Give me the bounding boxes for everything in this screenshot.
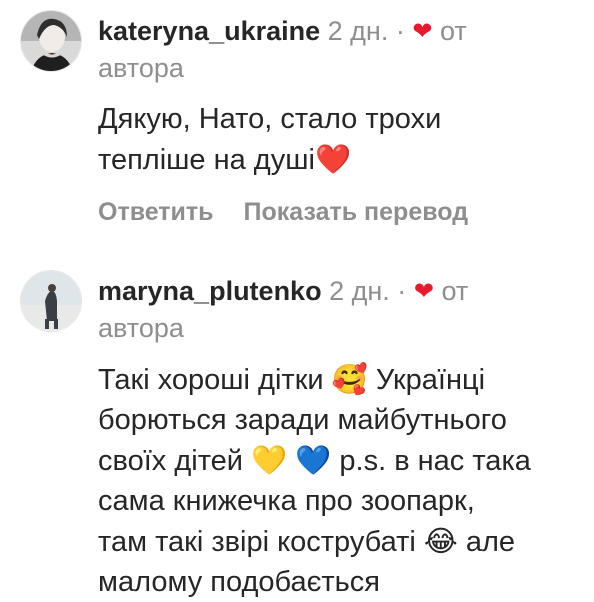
comment-meta: maryna_plutenko 2 дн. · ❤ от (98, 272, 586, 311)
comment-text-line: своїх дітей (98, 445, 243, 477)
avatar[interactable] (20, 10, 82, 72)
comment-text-line: p.s. в нас така (339, 445, 531, 477)
comment-text: Дякую, Нато, стало трохи тепліше на душі… (98, 99, 586, 180)
separator-dot: · (395, 16, 405, 46)
comment-text-line: Дякую, Нато, стало трохи (98, 103, 442, 135)
liked-by-author-label: автора (98, 313, 184, 343)
yellow-heart-emoji: 💛 (251, 443, 288, 477)
comment-text-line: але (465, 526, 516, 558)
show-translation-button[interactable]: Показать перевод (244, 198, 469, 226)
comment-text-line: там такі звірі кострубаті (98, 526, 416, 558)
comment-text-line: Українці (375, 364, 486, 396)
heart-icon: ❤ (413, 278, 434, 305)
avatar-photo (21, 11, 81, 71)
comment-text: Такі хороші дітки 🥰 Українці борються за… (98, 359, 586, 602)
comment-body: kateryna_ukraine 2 дн. · ❤ от автора Дяк… (98, 12, 586, 227)
timestamp[interactable]: 2 дн. (329, 276, 390, 306)
username[interactable]: kateryna_ukraine (98, 16, 320, 46)
separator-dot: · (397, 276, 407, 306)
liked-by-label: от (440, 16, 467, 46)
comment-meta: kateryna_ukraine 2 дн. · ❤ от (98, 12, 586, 51)
comment-text-line: Такі хороші дітки (98, 364, 324, 396)
comment-body: maryna_plutenko 2 дн. · ❤ от автора Такі… (98, 272, 586, 602)
comment-text-line: малому подобається (98, 566, 380, 598)
smiling-face-hearts-emoji: 🥰 (331, 362, 368, 396)
heart-icon: ❤ (412, 18, 433, 45)
blue-heart-emoji: 💙 (295, 443, 332, 477)
liked-by-author-label: автора (98, 53, 184, 83)
timestamp[interactable]: 2 дн. (328, 16, 389, 46)
reply-button[interactable]: Ответить (98, 198, 214, 226)
username[interactable]: maryna_plutenko (98, 276, 322, 306)
comment-actions: Ответить Показать перевод (98, 198, 586, 227)
comment-text-line: борються заради майбутнього (98, 404, 507, 436)
comment-text-line: сама книжечка про зоопарк, (98, 485, 475, 517)
liked-by-label: от (441, 276, 469, 306)
comment-text-line: тепліше на душі (98, 144, 315, 176)
avatar-photo (21, 271, 81, 331)
tears-of-joy-emoji: 😂 (423, 524, 458, 558)
avatar[interactable] (20, 270, 82, 332)
red-heart-emoji: ❤️ (314, 142, 352, 176)
